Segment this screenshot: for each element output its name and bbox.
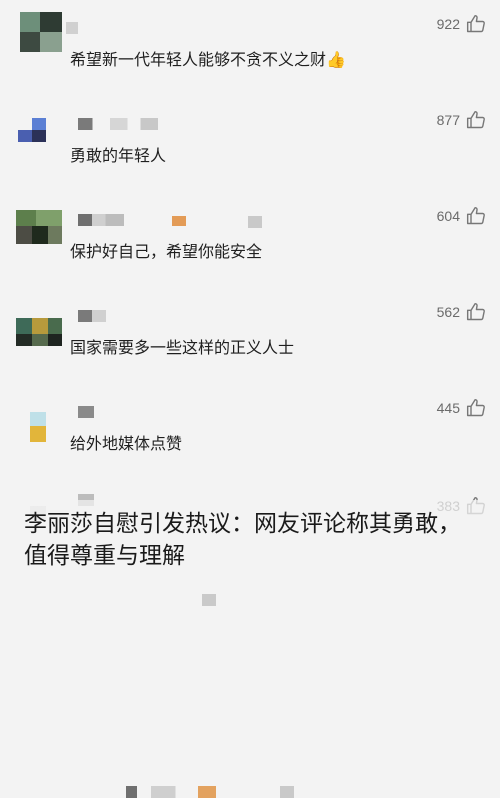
username-blurred bbox=[202, 594, 216, 606]
like-button[interactable]: 445 bbox=[437, 398, 486, 418]
thumb-up-outline-icon bbox=[466, 14, 485, 33]
like-count: 877 bbox=[436, 112, 460, 128]
comment-item[interactable]: 希望新一代年轻人能够不贪不义之财👍 922 bbox=[0, 0, 500, 96]
username-blurred bbox=[78, 118, 158, 130]
comment-item[interactable]: 国家需要多一些这样的正义人士 562 bbox=[0, 288, 500, 606]
like-button[interactable]: 877 bbox=[437, 110, 486, 130]
comment-text: 保护好自己，希望你能安全 bbox=[70, 242, 263, 261]
avatar[interactable] bbox=[14, 108, 62, 148]
thumbs-up-emoji-icon: 👍 bbox=[326, 50, 346, 69]
username-blurred bbox=[78, 214, 124, 226]
comment-text: 希望新一代年轻人能够不贪不义之财👍 bbox=[70, 50, 346, 69]
thumb-up-outline-icon bbox=[466, 398, 485, 417]
like-count: 922 bbox=[436, 16, 460, 32]
username-blurred bbox=[78, 310, 106, 322]
like-count: 562 bbox=[436, 304, 460, 320]
thumb-up-outline-icon bbox=[466, 302, 485, 321]
like-button[interactable]: 604 bbox=[437, 206, 486, 226]
comment-item[interactable]: 给外地媒体点赞 445 bbox=[0, 384, 500, 798]
username-blurred bbox=[280, 786, 294, 798]
comment-text: 勇敢的年轻人 bbox=[70, 146, 167, 165]
username-blurred bbox=[126, 786, 216, 798]
like-count: 604 bbox=[436, 208, 460, 224]
caption-overlay: 李丽莎自慰引发热议：网友评论称其勇敢， 值得尊重与理解 bbox=[0, 500, 500, 587]
avatar[interactable] bbox=[14, 12, 62, 52]
thumb-up-outline-icon bbox=[466, 110, 485, 129]
comment-text: 给外地媒体点赞 bbox=[70, 434, 183, 453]
comment-item[interactable]: 保护好自己，希望你能安全 604 bbox=[0, 192, 500, 288]
comment-item[interactable]: 勇敢的年轻人 877 bbox=[0, 96, 500, 228]
avatar[interactable] bbox=[14, 204, 62, 244]
avatar[interactable] bbox=[14, 300, 62, 346]
username-blurred bbox=[66, 22, 78, 34]
like-button[interactable]: 562 bbox=[437, 302, 486, 322]
like-count: 445 bbox=[436, 400, 460, 416]
thumb-up-outline-icon bbox=[466, 206, 485, 225]
avatar[interactable] bbox=[14, 396, 62, 442]
username-blurred bbox=[78, 406, 94, 418]
like-button[interactable]: 922 bbox=[437, 14, 486, 34]
caption-line: 值得尊重与理解 bbox=[24, 543, 185, 569]
caption-line: 李丽莎自慰引发热议：网友评论称其勇敢， bbox=[24, 511, 461, 537]
comment-text: 国家需要多一些这样的正义人士 bbox=[70, 338, 295, 357]
